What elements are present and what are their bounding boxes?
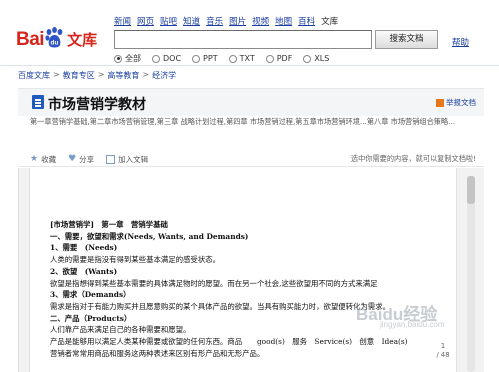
page-title: 市场营销学教材	[48, 97, 146, 113]
filetype-filter: 全部 DOC PPT TXT PDF XLS	[114, 53, 329, 64]
filter-all[interactable]: 全部	[114, 53, 141, 64]
radio-icon[interactable]	[303, 54, 312, 63]
filter-txt[interactable]: TXT	[228, 54, 255, 63]
product-nav: 新闻 网页 贴吧 知道 音乐 图片 视频 地图 百科 文库	[114, 15, 338, 27]
filter-pdf[interactable]: PDF	[265, 54, 293, 63]
favorite-button[interactable]: ★ 收藏	[30, 154, 56, 165]
nav-link-tieba[interactable]: 贴吧	[160, 15, 177, 27]
nav-link-map[interactable]: 地图	[275, 15, 292, 27]
radio-selected-icon[interactable]	[114, 54, 122, 63]
logo-text-bai: Bai	[16, 29, 45, 50]
page-total: / 48	[436, 351, 450, 359]
filter-label: TXT	[239, 54, 255, 63]
document-page[interactable]: [市场营销学] 第一章 营销学基础 一、需要，欲望和需求(Needs, Want…	[29, 168, 457, 372]
page-counter: 1 / 48	[430, 342, 456, 360]
page-line: 产品是能够用以满足人类某种需要或欲望的任何东西。商品 good(s) 服务 Se…	[50, 337, 408, 347]
document-viewer[interactable]: [市场营销学] 第一章 营销学基础 一、需要，欲望和需求(Needs, Want…	[18, 168, 484, 372]
page-line: 2、欲望 (Wants)	[50, 266, 118, 276]
radio-icon[interactable]	[228, 54, 237, 63]
favorite-label: 收藏	[41, 154, 57, 164]
nav-current-wenku: 文库	[321, 17, 339, 27]
breadcrumb-item[interactable]: 百度文库	[18, 70, 50, 81]
filter-label: PDF	[276, 54, 293, 63]
filter-label: DOC	[163, 54, 182, 63]
share-label: 分享	[79, 154, 95, 164]
filter-doc[interactable]: DOC	[152, 54, 181, 63]
document-icon	[32, 95, 44, 109]
filter-label: PPT	[203, 54, 218, 63]
nav-link-zhidao[interactable]: 知道	[183, 15, 200, 27]
search-docs-button[interactable]: 搜索文档	[375, 30, 438, 49]
breadcrumb-separator: >	[53, 70, 60, 79]
page-current: 1	[440, 342, 446, 350]
breadcrumb-separator: >	[97, 70, 105, 79]
report-document-link[interactable]: 举报文档	[436, 97, 476, 108]
share-button[interactable]: ♥ 分享	[68, 154, 94, 165]
radio-icon[interactable]	[192, 54, 201, 63]
radio-icon[interactable]	[265, 54, 274, 63]
page-line: 一、需要，欲望和需求(Needs, Wants, and Demands)	[50, 231, 249, 241]
logo-text-wenku: 文库	[67, 31, 98, 49]
filter-ppt[interactable]: PPT	[192, 54, 218, 63]
baidu-paw-icon: du	[45, 27, 63, 48]
copy-hint: 选中你需要的内容，就可以复制文档啦!	[350, 154, 476, 163]
scrollbar-thumb[interactable]	[467, 176, 475, 204]
vertical-scrollbar[interactable]	[467, 176, 475, 372]
help-link[interactable]: 帮助	[452, 36, 469, 48]
nav-link-news[interactable]: 新闻	[114, 15, 131, 27]
nav-link-music[interactable]: 音乐	[206, 15, 223, 27]
breadcrumb: 百度文库 > 教育专区 > 高等教育 > 经济学	[18, 70, 176, 81]
breadcrumb-item[interactable]: 高等教育	[107, 70, 139, 81]
page-line: 1、需要 (Needs)	[50, 243, 118, 253]
heart-icon: ♥	[68, 154, 77, 164]
breadcrumb-item[interactable]: 经济学	[152, 70, 176, 81]
radio-icon[interactable]	[152, 54, 160, 63]
report-label: 举报文档	[446, 98, 476, 107]
flag-icon	[436, 98, 444, 107]
page-line: 营销者常常用商品和服务这两种表述来区别有形产品和无形产品。	[50, 348, 265, 358]
page-line: [市场营销学] 第一章 营销学基础	[50, 220, 168, 229]
filter-label: XLS	[314, 54, 330, 63]
document-title-bar: 市场营销学教材 举报文档	[18, 88, 484, 116]
document-toolbar: ★ 收藏 ♥ 分享 加入文辑 选中你需要的内容，就可以复制文档啦!	[18, 152, 484, 167]
watermark-sub: jingyan.baidu.com	[380, 320, 445, 329]
logo-text-du: du	[51, 40, 59, 47]
filter-label: 全部	[125, 54, 141, 63]
page-content[interactable]: [市场营销学] 第一章 营销学基础 一、需要，欲望和需求(Needs, Want…	[50, 219, 458, 359]
star-icon: ★	[30, 154, 39, 164]
nav-link-images[interactable]: 图片	[229, 15, 246, 27]
add-to-collection-button[interactable]: 加入文辑	[106, 154, 148, 165]
page-line: 人类的需要是指没有得到某些基本满足的感受状态。	[50, 255, 220, 265]
baidu-jingyan-watermark: Baidu经验 jingyan.baidu.com	[356, 300, 484, 330]
filter-xls[interactable]: XLS	[303, 54, 329, 63]
nav-link-web[interactable]: 网页	[137, 15, 154, 27]
add-label: 加入文辑	[118, 154, 149, 164]
nav-link-video[interactable]: 视频	[252, 15, 269, 27]
breadcrumb-separator: >	[142, 70, 150, 79]
search-input[interactable]	[114, 30, 372, 49]
add-collection-icon	[106, 154, 116, 164]
breadcrumb-item[interactable]: 教育专区	[63, 70, 95, 81]
page-line: 欲望是指想得到某些基本需要的具体满足物时的愿望。而在另一个社会,这些欲望用不同的…	[50, 278, 378, 288]
document-summary: 第一章营销学基础,第二章市场营销管理,第三章 战略计划过程,第四章 市场营销过程…	[30, 117, 456, 126]
baidu-wenku-logo[interactable]: Bai du 文库	[16, 17, 97, 49]
header-divider	[0, 65, 499, 66]
nav-link-baike[interactable]: 百科	[298, 15, 315, 27]
